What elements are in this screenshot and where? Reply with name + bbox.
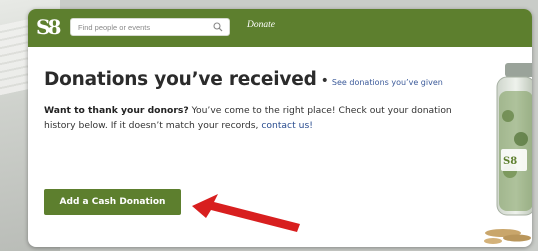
donation-jar-image: S8: [484, 63, 532, 244]
add-cash-donation-button[interactable]: Add a Cash Donation: [44, 189, 181, 215]
red-arrow-icon: [192, 194, 300, 232]
top-navigation-bar: S8 Donate: [28, 9, 532, 47]
main-content: Donations you’ve received • See donations …: [44, 69, 464, 133]
search-box[interactable]: [70, 18, 230, 36]
background-laptop-edge: [0, 18, 30, 96]
svg-text:S8: S8: [503, 156, 517, 167]
see-given-donations-link[interactable]: See donations you’ve given: [332, 78, 443, 87]
logo-icon[interactable]: S8: [36, 15, 62, 39]
title-separator: •: [320, 73, 329, 89]
title-row: Donations you’ve received • See donations …: [44, 69, 464, 90]
app-window: S8 Donate Donations you’ve received•See …: [28, 9, 532, 247]
search-icon[interactable]: [213, 22, 223, 32]
nav-donate-link[interactable]: Donate: [247, 20, 275, 30]
search-input[interactable]: [71, 19, 208, 35]
contact-us-link[interactable]: contact us!: [261, 120, 313, 131]
intro-bold-text: Want to thank your donors?: [44, 105, 189, 116]
page-title: Donations you’ve received: [44, 69, 317, 90]
intro-paragraph: Want to thank your donors? You’ve come t…: [44, 104, 452, 133]
